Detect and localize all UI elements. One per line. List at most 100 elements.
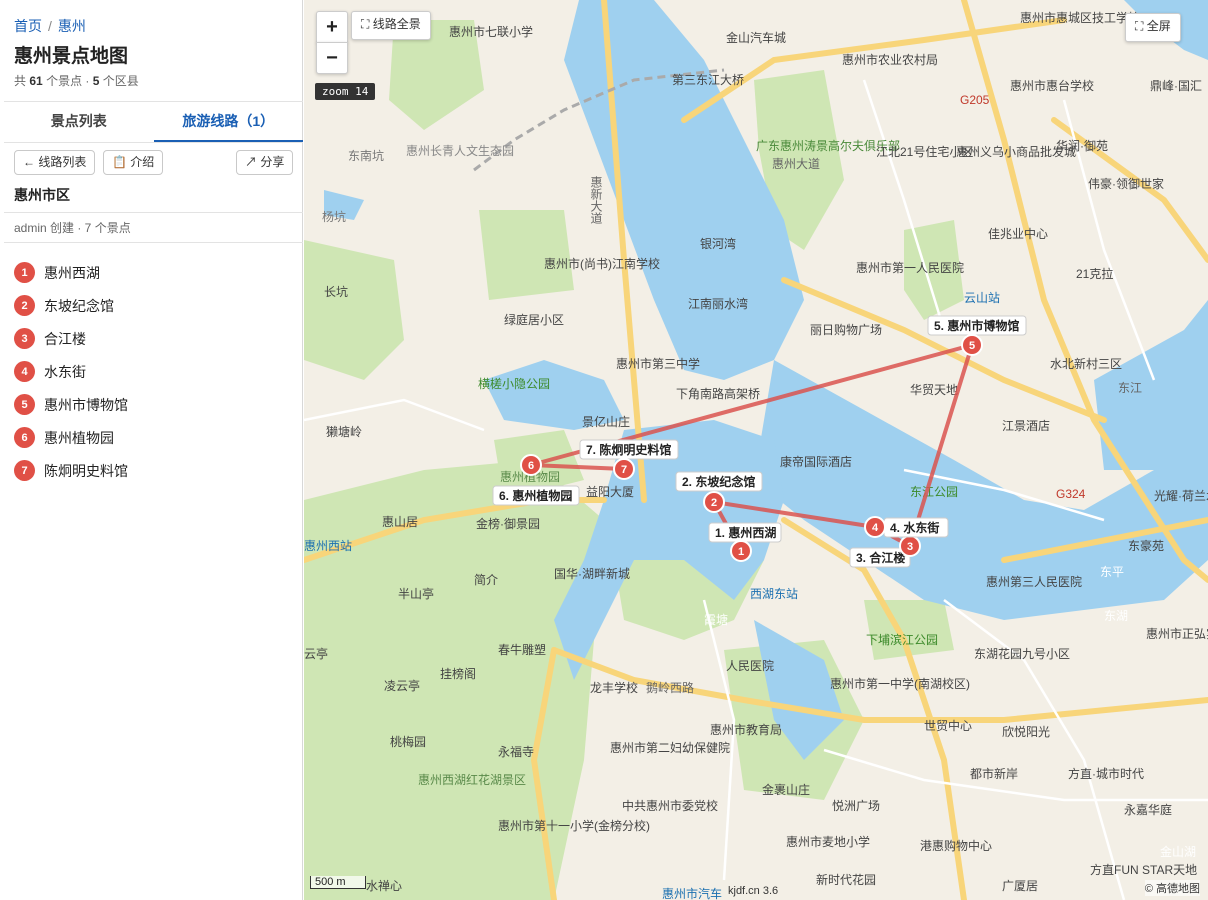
map-base-layer: 惠州市七联小学 金山汽车城 第三东江大桥 惠州市农业农村局 惠州市惠城区技工学校… xyxy=(304,0,1208,900)
map-place-label: 永福寺 xyxy=(498,744,534,759)
route-marker-number: 5 xyxy=(969,340,975,352)
stop-number-badge: 2 xyxy=(14,295,35,316)
map-place-label: 惠新大道 xyxy=(589,176,603,224)
map-place-label: 华贸天地 xyxy=(910,383,958,397)
fullscreen-button[interactable]: ⛶ 全屏 xyxy=(1125,13,1181,42)
map-place-label: 獭塘岭 xyxy=(326,424,362,439)
district-unit: 个区县 xyxy=(102,74,139,88)
route-marker-label: 5. 惠州市博物馆 xyxy=(934,318,1019,333)
route-stop-7[interactable]: 7 陈炯明史料馆 xyxy=(14,454,128,487)
route-marker-label: 3. 合江楼 xyxy=(856,550,905,565)
stats-prefix: 共 xyxy=(14,74,27,88)
share-button[interactable]: ↗ 分享 xyxy=(236,150,294,175)
map-place-label: 凌云亭 xyxy=(384,678,420,693)
district-count: 5 xyxy=(92,74,100,88)
map-place-label: 人民医院 xyxy=(726,659,774,673)
route-stop-6[interactable]: 6 惠州植物园 xyxy=(14,421,128,454)
map-place-label: 云亭 xyxy=(304,646,328,661)
route-marker-label: 6. 惠州植物园 xyxy=(499,488,572,503)
map-place-label: 东江公园 xyxy=(910,485,958,499)
breadcrumb-current[interactable]: 惠州 xyxy=(58,18,86,34)
map-place-label: 惠州市第十一小学(金榜分校) xyxy=(498,818,650,833)
intro-button[interactable]: 📋 介绍 xyxy=(103,150,164,175)
map-canvas[interactable]: 惠州市七联小学 金山汽车城 第三东江大桥 惠州市农业农村局 惠州市惠城区技工学校… xyxy=(304,0,1208,900)
map-place-label: 半山亭 xyxy=(398,586,434,601)
stop-number-badge: 3 xyxy=(14,328,35,349)
route-marker-label: 2. 东坡纪念馆 xyxy=(682,474,755,489)
map-place-label: 惠州大道 xyxy=(772,157,820,171)
zoom-level-tag: zoom 14 xyxy=(315,83,376,100)
map-place-label: 惠州西湖红花湖景区 xyxy=(418,772,526,787)
map-place-label: 江景酒店 xyxy=(1002,419,1050,433)
map-place-label: 金榜·御景园 xyxy=(476,516,540,531)
map-place-label: 惠州市汽车 xyxy=(662,886,722,900)
map-place-label: 康帝国际酒店 xyxy=(780,454,852,469)
route-stop-list: 1 惠州西湖 2 东坡纪念馆 3 合江楼 4 水东街 5 惠州市博物馆 6 惠州植物园 7陈… xyxy=(14,256,128,487)
map-place-label: 伟豪·领御世家 xyxy=(1088,176,1164,191)
sidebar: 首页 / 惠州 惠州景点地图 共 61 个景点 · 5 个区县 景点列表 旅游线路（… xyxy=(0,0,303,900)
map-place-label: 悦洲广场 xyxy=(832,799,880,813)
route-stop-1[interactable]: 1 惠州西湖 xyxy=(14,256,128,289)
map-place-label: 桃梅园 xyxy=(390,734,426,749)
breadcrumb-home[interactable]: 首页 xyxy=(14,18,42,34)
map-place-label: 广厦居 xyxy=(1002,879,1038,893)
stop-name: 惠州市博物馆 xyxy=(44,396,128,413)
map-place-label: 东平 xyxy=(1100,565,1124,579)
map-place-label: 绿庭居小区 xyxy=(504,312,564,327)
route-stop-2[interactable]: 2 东坡纪念馆 xyxy=(14,289,128,322)
route-marker-4[interactable]: 4. 水东街 4 xyxy=(864,516,949,538)
map-place-label: 水禅心 xyxy=(366,879,402,893)
route-marker-label: 7. 陈炯明史料馆 xyxy=(586,442,671,457)
route-marker-number: 6 xyxy=(528,460,534,472)
map-place-label: 益阳大厦 xyxy=(586,485,634,499)
divider xyxy=(4,212,303,213)
map-place-label: 金山汽车城 xyxy=(726,30,786,45)
map-place-label: G205 xyxy=(960,93,990,107)
map-place-label: 华润·御苑 xyxy=(1056,138,1108,153)
map-place-label: G324 xyxy=(1056,487,1086,501)
map-place-label: 21克拉 xyxy=(1076,266,1113,281)
map-place-label: 鹅岭西路 xyxy=(646,680,694,695)
stop-name: 惠州西湖 xyxy=(44,264,100,281)
map-attribution[interactable]: © 高德地图 xyxy=(1144,880,1200,896)
spot-unit: 个景点 · xyxy=(46,74,90,88)
route-stop-4[interactable]: 4 水东街 xyxy=(14,355,128,388)
back-to-routes-button[interactable]: ← 线路列表 xyxy=(14,150,96,175)
map-place-label: 东湖花园九号小区 xyxy=(974,646,1070,661)
map-place-label: 惠州市惠城区技工学校 xyxy=(1020,10,1140,25)
map-place-label: 银河湾 xyxy=(700,236,736,251)
zoom-in-button[interactable]: + xyxy=(316,11,348,43)
route-marker-number: 1 xyxy=(738,546,744,558)
map-place-label: 长坑 xyxy=(324,284,348,299)
route-overview-button[interactable]: ⛶ 线路全景 xyxy=(351,11,431,40)
route-stop-3[interactable]: 3 合江楼 xyxy=(14,322,128,355)
stop-number-badge: 6 xyxy=(14,427,35,448)
route-meta: admin 创建 · 7 个景点 xyxy=(14,221,131,235)
map-place-label: 惠州市农业农村局 xyxy=(842,52,938,67)
map-place-label: 横槎小隐公园 xyxy=(478,376,550,391)
map-place-label: 金裹山庄 xyxy=(762,782,810,797)
map-place-label: 惠州市第二妇幼保健院 xyxy=(610,740,730,755)
map-place-label: 惠州市第一中学(南湖校区) xyxy=(830,676,970,691)
tab-routes[interactable]: 旅游线路（1） xyxy=(153,102,303,142)
stop-name: 惠州植物园 xyxy=(44,429,114,446)
breadcrumb: 首页 / 惠州 xyxy=(14,16,86,36)
credit-text: kjdf.cn 3.6 xyxy=(728,885,779,897)
route-stop-5[interactable]: 5 惠州市博物馆 xyxy=(14,388,128,421)
zoom-out-button[interactable]: − xyxy=(316,42,348,74)
map-place-label: 水北新村三区 xyxy=(1050,356,1122,371)
map-place-label: 云山站 xyxy=(964,291,1000,305)
map-place-label: 方直·城市时代 xyxy=(1068,766,1144,781)
map-place-label: 江南丽水湾 xyxy=(688,296,748,311)
tab-spot-list[interactable]: 景点列表 xyxy=(4,102,154,142)
stats-line: 共 61 个景点 · 5 个区县 xyxy=(14,72,139,89)
map-place-label: 新时代花园 xyxy=(816,872,876,887)
map-place-label: 东南坑 xyxy=(348,148,384,163)
map-place-label: 惠州西站 xyxy=(304,539,352,553)
stop-number-badge: 5 xyxy=(14,394,35,415)
map-place-label: 惠州市教育局 xyxy=(710,722,782,737)
map-place-label: 方直FUN STAR天地 xyxy=(1090,862,1197,877)
map-place-label: 鼎峰·国汇 xyxy=(1150,79,1202,93)
stop-name: 水东街 xyxy=(44,363,86,380)
map-place-label: 霞塘 xyxy=(704,612,728,627)
